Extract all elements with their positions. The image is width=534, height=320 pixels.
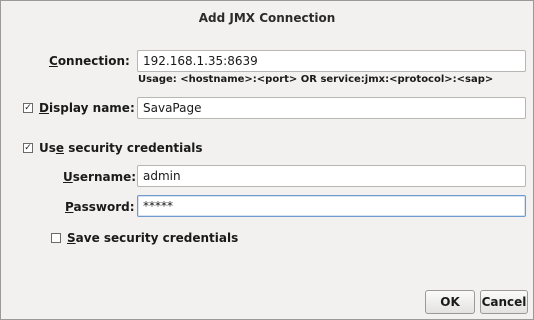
display-name-input[interactable]: SavaPage [137, 97, 526, 119]
ok-button[interactable]: OK [425, 290, 475, 314]
connection-label: Connection: [49, 54, 130, 68]
add-jmx-connection-dialog: Add JMX Connection Connection: 192.168.1… [0, 0, 534, 320]
username-label: Username: [63, 170, 137, 184]
use-security-credentials-checkbox[interactable]: ✓ [23, 143, 33, 153]
save-security-credentials-label: Save security credentials [67, 231, 239, 245]
use-security-credentials-label: Use security credentials [39, 141, 203, 155]
display-name-label: Display name: [39, 101, 135, 115]
display-name-checkbox[interactable]: ✓ [23, 103, 33, 113]
save-security-credentials-checkbox[interactable] [51, 233, 61, 243]
password-label: Password: [65, 200, 135, 214]
connection-input[interactable]: 192.168.1.35:8639 [137, 50, 526, 72]
cancel-button[interactable]: Cancel [480, 290, 528, 314]
password-input[interactable]: ***** [137, 195, 526, 217]
dialog-title: Add JMX Connection [198, 11, 336, 25]
username-input[interactable]: admin [137, 165, 526, 187]
connection-usage-hint: Usage: <hostname>:<port> OR service:jmx:… [138, 74, 494, 85]
